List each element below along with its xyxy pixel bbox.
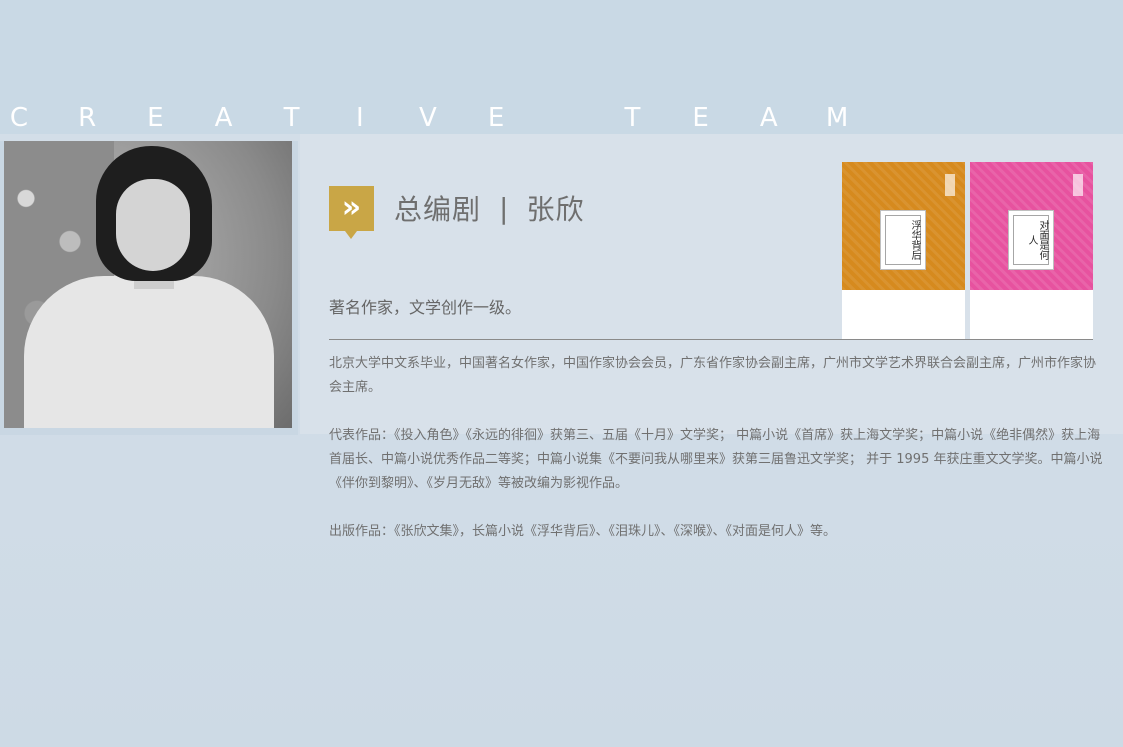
heading-letter: E <box>692 103 709 133</box>
representative-works-paragraph: 代表作品：《投入角色》《永远的徘徊》获第三、五届《十月》文学奖； 中篇小说《首席… <box>329 428 1103 491</box>
book-title-label: 对面是何人 <box>1008 210 1054 270</box>
heading-letter <box>553 103 575 137</box>
book-title-label: 浮华背后 <box>880 210 926 270</box>
title-row: » 总编剧 | 张欣 <box>329 183 585 239</box>
heading-letter: T <box>624 103 641 133</box>
author-portrait <box>4 141 292 428</box>
double-chevron-right-icon: » <box>329 185 374 239</box>
book-cover: 对面是何人 <box>970 162 1093 339</box>
heading-letter: I <box>355 103 364 133</box>
bio-paragraph: 北京大学中文系毕业，中国著名女作家，中国作家协会会员，广东省作家协会副主席，广州… <box>329 356 1097 395</box>
divider-line <box>329 339 1093 340</box>
book-title: 对面是何人 <box>1013 215 1049 265</box>
heading-letter: E <box>147 103 164 133</box>
subtitle: 著名作家，文学创作一级。 <box>329 298 522 317</box>
portrait-face <box>116 179 190 271</box>
book-cover-bottom <box>970 290 1093 339</box>
portrait-shirt <box>24 276 274 428</box>
heading-letter: E <box>487 103 505 133</box>
heading-letter: M <box>825 103 849 133</box>
person-name: 张欣 <box>526 193 585 226</box>
book-title: 浮华背后 <box>885 215 921 265</box>
book-seal <box>945 174 955 196</box>
title-divider: | <box>499 191 509 225</box>
role-title: 总编剧 <box>394 193 482 226</box>
heading-letter: A <box>759 103 778 133</box>
heading-letter: V <box>419 103 437 133</box>
heading-letter: T <box>283 103 300 133</box>
creative-team-heading: C R E A T I V E T E A M <box>8 103 848 137</box>
heading-letter: A <box>214 103 233 133</box>
book-cover-bottom <box>842 290 965 339</box>
publications-paragraph: 出版作品：《张欣文集》，长篇小说《浮华背后》、《泪珠儿》、《深喉》、《对面是何人… <box>329 524 837 539</box>
book-seal <box>1073 174 1083 196</box>
book-cover: 浮华背后 <box>842 162 965 339</box>
heading-letter: C <box>9 103 29 133</box>
heading-letter: R <box>78 103 97 133</box>
